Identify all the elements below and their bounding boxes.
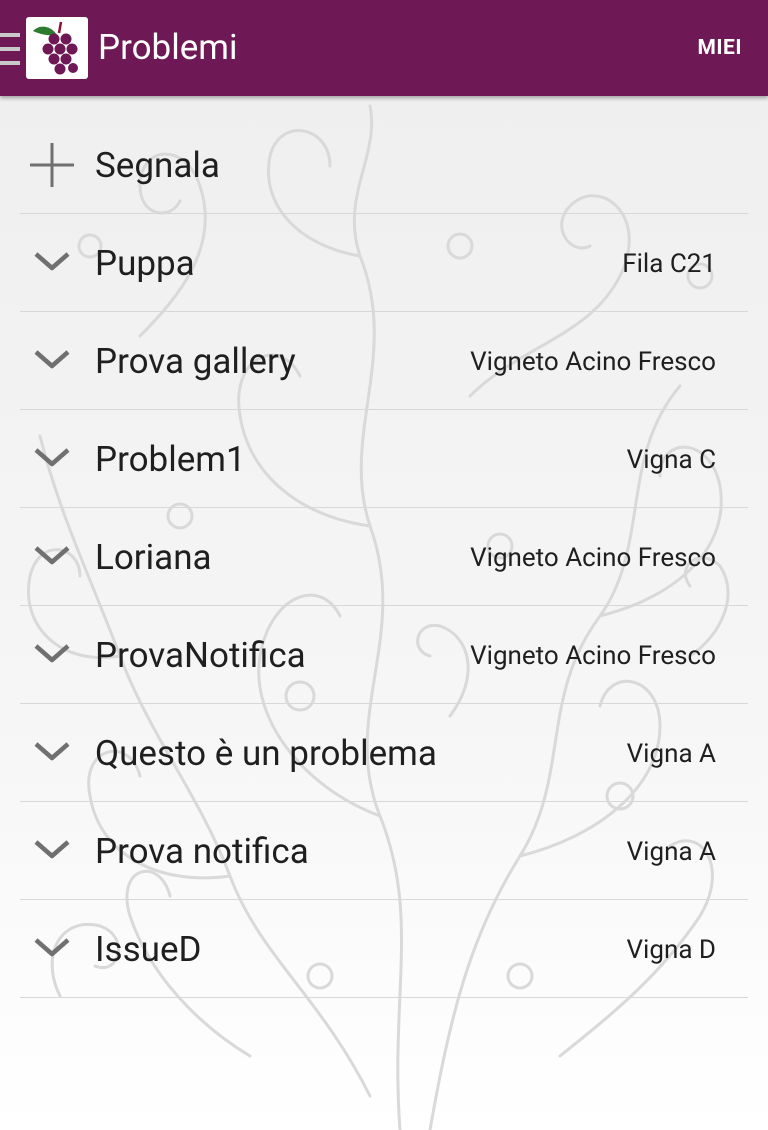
chevron-down-icon: [34, 448, 70, 467]
chevron-down-icon: [34, 840, 70, 859]
problem-title: Puppa: [95, 243, 195, 284]
list-item[interactable]: IssueD Vigna D: [20, 900, 748, 998]
list-item[interactable]: Loriana Vigneto Acino Fresco: [20, 508, 748, 606]
list-item[interactable]: Prova gallery Vigneto Acino Fresco: [20, 312, 748, 410]
problem-title: ProvaNotifica: [95, 635, 306, 676]
problem-location: Vigneto Acino Fresco: [470, 347, 716, 377]
problem-title: Problem1: [95, 439, 246, 480]
problem-location: Vigna D: [626, 935, 717, 965]
page-title: Problemi: [98, 27, 238, 68]
list-item[interactable]: ProvaNotifica Vigneto Acino Fresco: [20, 606, 748, 704]
list-item[interactable]: Problem1 Vigna C: [20, 410, 748, 508]
chevron-down-icon: [34, 938, 70, 957]
problem-title: IssueD: [95, 929, 202, 970]
problem-location: Vigneto Acino Fresco: [470, 641, 716, 671]
problem-location: Vigna C: [626, 445, 716, 475]
problem-title: Loriana: [95, 537, 212, 578]
problem-location: Vigneto Acino Fresco: [470, 543, 716, 573]
chevron-down-icon: [34, 644, 70, 663]
problems-list: Segnala Puppa Fila C21 Prova gallery Vig…: [20, 116, 748, 998]
report-problem-button[interactable]: Segnala: [20, 116, 748, 214]
app-bar: Problemi MIEI: [0, 0, 768, 96]
list-item[interactable]: Prova notifica Vigna A: [20, 802, 748, 900]
miei-button[interactable]: MIEI: [698, 34, 742, 62]
chevron-down-icon: [34, 546, 70, 565]
problem-title: Prova notifica: [95, 831, 309, 872]
plus-icon: [30, 143, 74, 187]
list-item[interactable]: Puppa Fila C21: [20, 214, 748, 312]
problem-location: Vigna A: [626, 739, 716, 769]
grape-logo-icon[interactable]: [26, 17, 88, 79]
chevron-down-icon: [34, 252, 70, 271]
problem-location: Vigna A: [626, 837, 716, 867]
hamburger-menu-icon[interactable]: [0, 33, 20, 65]
chevron-down-icon: [34, 350, 70, 369]
problem-location: Fila C21: [622, 249, 716, 279]
list-item[interactable]: Questo è un problema Vigna A: [20, 704, 748, 802]
problem-title: Questo è un problema: [95, 733, 437, 774]
problem-title: Prova gallery: [95, 341, 296, 382]
chevron-down-icon: [34, 742, 70, 761]
report-label: Segnala: [95, 145, 220, 186]
